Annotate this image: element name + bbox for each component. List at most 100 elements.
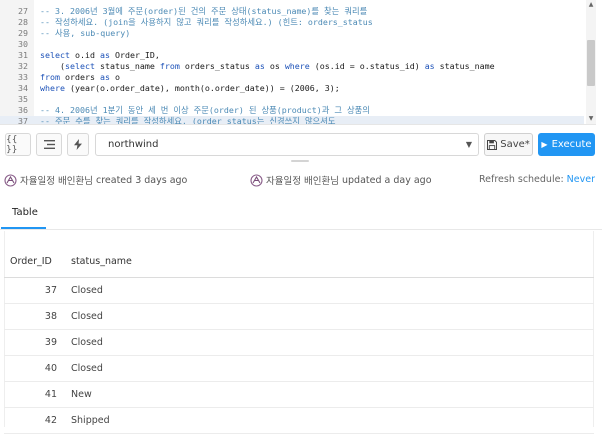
chevron-down-icon: ▼ bbox=[465, 140, 472, 149]
refresh-schedule-label: Refresh schedule: bbox=[478, 174, 564, 185]
sql-text: Order_ID, bbox=[109, 50, 160, 60]
code-line[interactable]: 30 bbox=[0, 39, 584, 50]
line-number: 36 bbox=[18, 105, 28, 115]
save-button[interactable]: Save* bbox=[484, 133, 533, 156]
code-text: where (year(o.order_date), month(o.order… bbox=[40, 83, 340, 94]
creator-name: 자율일정 배인환님 bbox=[20, 176, 93, 187]
cell-order-id: 39 bbox=[44, 337, 57, 348]
sql-text: status_name bbox=[94, 61, 160, 71]
created-info: 자율일정 배인환님 created 3 days ago bbox=[4, 173, 187, 187]
code-text: -- 사용, sub-query) bbox=[40, 28, 130, 39]
updated-info: 자율일정 배인환님 updated a day ago bbox=[250, 173, 432, 187]
table-row: 41 New bbox=[4, 382, 594, 408]
updated-time: updated a day ago bbox=[341, 174, 432, 186]
sql-keyword: where bbox=[284, 61, 310, 71]
refresh-schedule-value-link[interactable]: Never bbox=[567, 174, 595, 185]
code-line[interactable]: 36 -- 4. 2006년 1분기 동안 세 번 이상 주문(order) 된 … bbox=[0, 105, 584, 116]
sql-text: orders_status bbox=[179, 61, 255, 71]
cell-order-id: 41 bbox=[44, 389, 57, 400]
line-number: 30 bbox=[18, 39, 28, 49]
sql-comment: -- 작성하세요. (join을 사용하지 않고 쿼리를 작성하세요.) (힌트… bbox=[40, 17, 373, 27]
refresh-schedule: Refresh schedule: Never bbox=[479, 174, 595, 185]
sql-comment: -- 사용, sub-query) bbox=[40, 28, 131, 38]
line-number: 29 bbox=[18, 28, 28, 38]
line-number: 31 bbox=[18, 50, 28, 60]
line-number: 27 bbox=[18, 6, 28, 16]
code-line[interactable]: 33 from orders as o bbox=[0, 72, 584, 83]
sql-comment: -- 3. 2006년 3월에 주문(order)된 건의 주문 상태(stat… bbox=[40, 6, 368, 16]
cell-status-name: Closed bbox=[71, 285, 103, 296]
cell-status-name: Closed bbox=[71, 311, 103, 322]
line-number: 28 bbox=[18, 17, 28, 27]
sql-keyword: select bbox=[40, 50, 70, 60]
cell-order-id: 42 bbox=[44, 415, 57, 426]
database-select-value: northwind bbox=[108, 139, 159, 150]
line-number: 34 bbox=[18, 83, 28, 93]
editor-resize-handle[interactable] bbox=[291, 160, 309, 162]
sql-comment: -- 4. 2006년 1분기 동안 세 번 이상 주문(order) 된 상품… bbox=[40, 105, 370, 115]
format-query-button[interactable] bbox=[36, 133, 62, 156]
cell-status-name: Closed bbox=[71, 363, 103, 374]
sql-text: (os.id = o.status_id) bbox=[309, 61, 425, 71]
code-text: -- 주문 수를 찾는 쿼리를 작성하세요. (order_status는 신경… bbox=[40, 116, 335, 124]
table-row: 42 Shipped bbox=[4, 408, 594, 434]
line-number: 35 bbox=[18, 94, 28, 104]
line-number: 32 bbox=[18, 61, 28, 71]
line-number: 37 bbox=[18, 116, 28, 125]
table-row: 40 Closed bbox=[4, 356, 594, 382]
scroll-up-arrow-icon[interactable]: ▲ bbox=[586, 0, 596, 10]
play-icon: ▶ bbox=[541, 140, 548, 149]
code-text: -- 작성하세요. (join을 사용하지 않고 쿼리를 작성하세요.) (힌트… bbox=[40, 17, 373, 28]
table-body: 37 Closed 38 Closed 39 Closed 40 Closed 41 New 42 S… bbox=[4, 278, 594, 434]
creator-avatar-icon bbox=[4, 173, 17, 187]
code-line[interactable]: 35 bbox=[0, 94, 584, 105]
code-line[interactable]: 27 -- 3. 2006년 3월에 주문(order)된 건의 주문 상태(st… bbox=[0, 6, 584, 17]
editor-scrollbar[interactable]: ▲ ▼ bbox=[586, 0, 596, 124]
sql-keyword: where bbox=[40, 83, 65, 93]
code-line[interactable]: 28 -- 작성하세요. (join을 사용하지 않고 쿼리를 작성하세요.) (… bbox=[0, 17, 584, 28]
results-table: Order_ID status_name 37 Closed 38 Closed 39 C… bbox=[4, 243, 594, 434]
sql-editor[interactable]: 27 -- 3. 2006년 3월에 주문(order)된 건의 주문 상태(st… bbox=[0, 0, 596, 125]
cell-order-id: 40 bbox=[44, 363, 57, 374]
sql-text: (year(o.order_date), month(o.order_date)… bbox=[64, 83, 340, 93]
scroll-down-arrow-icon[interactable]: ▼ bbox=[586, 114, 596, 124]
sql-keyword: as bbox=[424, 61, 435, 71]
code-line[interactable]: 34 where (year(o.order_date), month(o.ord… bbox=[0, 83, 584, 94]
table-row: 39 Closed bbox=[4, 330, 594, 356]
updater-avatar-icon bbox=[250, 173, 263, 187]
schema-button-label: {{ }} bbox=[6, 134, 18, 155]
code-line[interactable]: 32 (select status_name from orders_statu… bbox=[0, 61, 584, 72]
lightning-bolt-icon bbox=[74, 139, 82, 150]
sql-text: orders bbox=[59, 72, 100, 82]
code-text: -- 3. 2006년 3월에 주문(order)된 건의 주문 상태(stat… bbox=[40, 6, 367, 17]
tab-table[interactable]: Table bbox=[12, 207, 38, 218]
autocomplete-toggle-button[interactable] bbox=[67, 133, 89, 156]
sql-keyword: as bbox=[99, 50, 110, 60]
code-line[interactable]: 29 -- 사용, sub-query) bbox=[0, 28, 584, 39]
line-number: 33 bbox=[18, 72, 28, 82]
cell-status-name: New bbox=[71, 389, 92, 400]
column-header-status-name[interactable]: status_name bbox=[71, 256, 132, 267]
scroll-thumb[interactable] bbox=[587, 40, 595, 86]
database-select[interactable]: northwind ▼ bbox=[95, 133, 479, 156]
sql-text: status_name bbox=[434, 61, 495, 71]
sql-text: os bbox=[264, 61, 285, 71]
sql-keyword: as bbox=[99, 72, 110, 82]
code-text: from orders as o bbox=[40, 72, 120, 83]
sql-keyword: from bbox=[159, 61, 180, 71]
code-line[interactable]: 37 -- 주문 수를 찾는 쿼리를 작성하세요. (order_status는 … bbox=[0, 116, 584, 125]
cell-order-id: 38 bbox=[44, 311, 57, 322]
sql-text: o bbox=[109, 72, 120, 82]
cell-order-id: 37 bbox=[44, 285, 57, 296]
execute-button-label: Execute bbox=[551, 139, 592, 150]
table-row: 37 Closed bbox=[4, 278, 594, 304]
floppy-disk-icon bbox=[487, 139, 498, 150]
schema-button[interactable]: {{ }} bbox=[5, 133, 31, 156]
sql-text: o.id bbox=[69, 50, 100, 60]
sql-keyword: as bbox=[254, 61, 265, 71]
column-header-order-id[interactable]: Order_ID bbox=[10, 256, 52, 267]
tab-divider bbox=[0, 229, 602, 230]
sql-text: ( bbox=[40, 61, 65, 71]
code-line[interactable]: 31 select o.id as Order_ID, bbox=[0, 50, 584, 61]
execute-button[interactable]: ▶ Execute bbox=[538, 133, 595, 156]
